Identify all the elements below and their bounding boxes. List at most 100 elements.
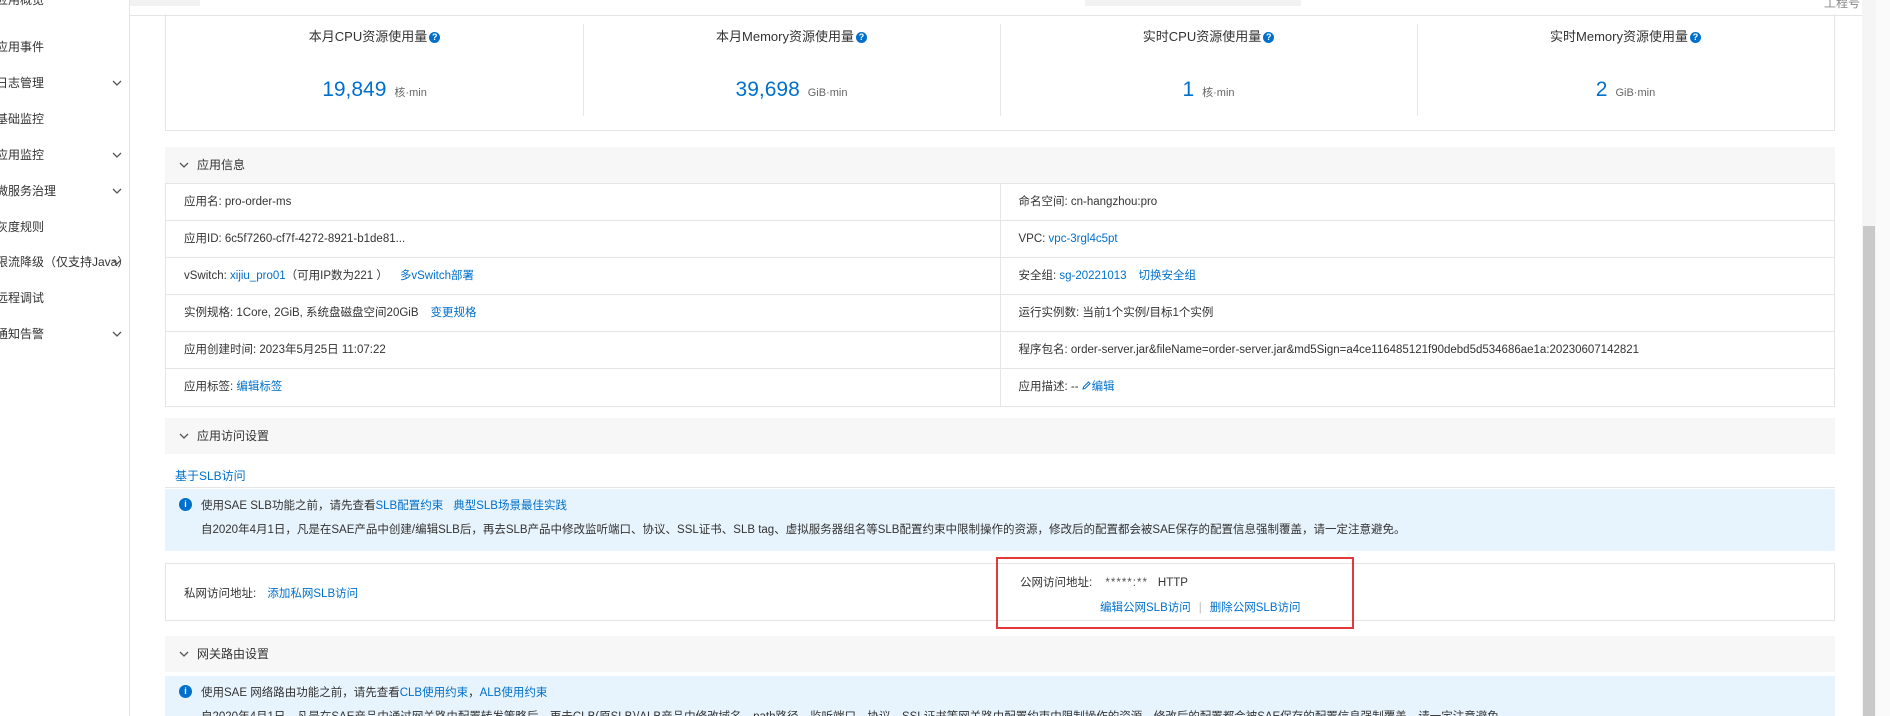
sidebar-item-log-management[interactable]: 日志管理	[0, 73, 129, 93]
edit-pencil-icon[interactable]	[1081, 380, 1092, 391]
scrollbar-thumb[interactable]	[1863, 226, 1875, 716]
instance-spec: 实例规格: 1Core, 2GiB, 系统盘磁盘空间20GiB	[184, 307, 419, 319]
sidebar-item-label: 灰度规则	[0, 220, 45, 234]
metric-value: 39,698	[735, 78, 800, 101]
chevron-down-icon	[179, 433, 189, 439]
vswitch-ip-count: （可用IP数为221 ）	[285, 270, 388, 282]
help-icon[interactable]: ?	[1689, 32, 1701, 44]
info-icon: i	[179, 685, 192, 698]
namespace: 命名空间: cn-hangzhou:pro	[999, 184, 1835, 220]
metric-monthly-memory: 本月Memory资源使用量? 39,698 GiB·min	[583, 14, 1000, 130]
sidebar-item-app-monitoring[interactable]: 应用监控	[0, 145, 129, 165]
sidebar-item-app-events[interactable]: 应用事件	[0, 37, 129, 57]
public-address-label: 公网访问地址:	[1020, 577, 1096, 589]
section-gateway-header[interactable]: 网关路由设置	[165, 636, 1835, 672]
instance-spec-cell: 实例规格: 1Core, 2GiB, 系统盘磁盘空间20GiB 变更规格	[166, 295, 1000, 331]
metric-unit: GiB·min	[1615, 87, 1656, 99]
clb-constraints-link[interactable]: CLB使用约束	[400, 687, 468, 699]
slb-best-practice-link[interactable]: 典型SLB场景最佳实践	[453, 500, 567, 512]
slb-constraints-link[interactable]: SLB配置约束	[375, 500, 443, 512]
metric-unit: 核·min	[1202, 87, 1235, 99]
delete-public-slb-link[interactable]: 删除公网SLB访问	[1210, 602, 1301, 614]
add-private-slb-link[interactable]: 添加私网SLB访问	[267, 588, 358, 600]
sidebar-item-canary-rules[interactable]: 灰度规则	[0, 217, 129, 237]
private-address-label: 私网访问地址:	[184, 588, 260, 600]
chevron-down-icon	[112, 80, 122, 86]
chevron-down-icon	[112, 259, 122, 265]
switch-security-group-link[interactable]: 切换安全组	[1139, 270, 1197, 282]
metric-unit: 核·min	[394, 87, 427, 99]
search-input[interactable]	[1085, 0, 1301, 6]
running-instances: 运行实例数: 当前1个实例/目标1个实例	[999, 295, 1835, 331]
edit-description-link[interactable]: 编辑	[1092, 381, 1115, 393]
app-info-table: 应用名: pro-order-ms 命名空间: cn-hangzhou:pro …	[165, 183, 1835, 407]
public-address-value: *****:**	[1105, 577, 1148, 589]
metric-value: 19,849	[322, 78, 387, 101]
package-name: 程序包名: order-server.jar&fileName=order-se…	[999, 332, 1835, 368]
created-time: 应用创建时间: 2023年5月25日 11:07:22	[184, 344, 386, 356]
metric-title: 本月CPU资源使用量	[308, 29, 428, 44]
user-menu[interactable]: 工程号	[1824, 0, 1860, 11]
help-icon[interactable]: ?	[855, 32, 867, 44]
vswitch-label: vSwitch:	[184, 270, 231, 282]
security-group-cell: 安全组: sg-20221013 切换安全组	[999, 258, 1835, 294]
change-spec-link[interactable]: 变更规格	[431, 307, 477, 319]
vpc-cell: VPC: vpc-3rgl4c5pt	[999, 221, 1835, 257]
alb-constraints-link[interactable]: ALB使用约束	[480, 687, 548, 699]
public-protocol: HTTP	[1157, 577, 1188, 589]
section-title: 网关路由设置	[197, 647, 270, 661]
table-row: 应用标签: 编辑标签 应用描述: -- 编辑	[166, 369, 1834, 406]
highlight-box	[996, 557, 1354, 629]
metric-realtime-memory: 实时Memory资源使用量? 2 GiB·min	[1417, 14, 1834, 130]
help-icon[interactable]: ?	[1263, 32, 1275, 44]
chevron-down-icon	[179, 651, 189, 657]
gateway-notice: i 使用SAE 网络路由功能之前，请先查看CLB使用约束，ALB使用约束 自20…	[165, 676, 1835, 716]
sidebar-item-label: 通知告警	[0, 327, 45, 341]
notice-text: 使用SAE SLB功能之前，请先查看	[201, 500, 376, 512]
slb-notice: i 使用SAE SLB功能之前，请先查看SLB配置约束 典型SLB场景最佳实践 自…	[165, 489, 1835, 551]
section-app-info-header[interactable]: 应用信息	[165, 147, 1835, 183]
sidebar-item-remote-debug[interactable]: 远程调试	[0, 288, 129, 308]
table-row: 实例规格: 1Core, 2GiB, 系统盘磁盘空间20GiB 变更规格 运行实例…	[166, 295, 1834, 332]
tab-divider	[165, 487, 1835, 488]
table-row: vSwitch: xijiu_pro01（可用IP数为221 ） 多vSwitch…	[166, 258, 1834, 295]
app-name: 应用名: pro-order-ms	[184, 196, 292, 208]
sidebar-item-app-overview[interactable]: 应用概览	[0, 0, 129, 10]
page-edge	[1876, 0, 1890, 716]
scrollbar[interactable]	[1862, 0, 1876, 716]
app-description-label: 应用描述: --	[1018, 381, 1079, 393]
sidebar-item-label: 应用监控	[0, 148, 45, 162]
table-row: 应用ID: 6c5f7260-cf7f-4272-8921-b1de81... …	[166, 221, 1834, 258]
sidebar-item-basic-monitoring[interactable]: 基础监控	[0, 109, 129, 129]
app-id: 应用ID: 6c5f7260-cf7f-4272-8921-b1de81...	[184, 233, 406, 245]
security-group-link[interactable]: sg-20221013	[1059, 270, 1126, 282]
sidebar-item-label: 基础监控	[0, 112, 45, 126]
notice-text: 自2020年4月1日，凡是在SAE产品中创建/编辑SLB后，再去SLB产品中修改…	[201, 524, 1406, 536]
sidebar-item-label: 应用概览	[0, 0, 45, 7]
metric-title: 实时CPU资源使用量	[1142, 29, 1262, 44]
vswitch-link[interactable]: xijiu_pro01	[230, 270, 286, 282]
table-row: 应用创建时间: 2023年5月25日 11:07:22 程序包名: order-…	[166, 332, 1834, 369]
top-nav-box[interactable]	[128, 0, 200, 6]
notice-text: 自2020年4月1日，凡是在SAE产品中通过网关路由配置转发策略后，再去CLB(…	[201, 708, 1823, 716]
chevron-down-icon	[112, 188, 122, 194]
edit-public-slb-link[interactable]: 编辑公网SLB访问	[1100, 602, 1191, 614]
sidebar-item-microservice-governance[interactable]: 微服务治理	[0, 181, 129, 201]
vpc-label: VPC:	[1018, 233, 1049, 245]
section-access-header[interactable]: 应用访问设置	[165, 418, 1835, 454]
multi-vswitch-link[interactable]: 多vSwitch部署	[400, 270, 474, 282]
metric-value: 2	[1595, 78, 1608, 101]
sidebar-item-notifications[interactable]: 通知告警	[0, 324, 129, 344]
edit-tags-link[interactable]: 编辑标签	[236, 381, 282, 393]
vpc-link[interactable]: vpc-3rgl4c5pt	[1049, 233, 1118, 245]
sidebar: 应用概览 应用事件 日志管理 基础监控 应用监控 微服务治理 灰度规则 限流降级…	[0, 0, 130, 716]
help-icon[interactable]: ?	[429, 32, 441, 44]
security-group-label: 安全组:	[1018, 270, 1060, 282]
chevron-down-icon	[112, 152, 122, 158]
sidebar-item-throttling[interactable]: 限流降级（仅支持Java）	[0, 252, 129, 272]
sidebar-item-label: 日志管理	[0, 76, 45, 90]
metric-title: 实时Memory资源使用量	[1550, 29, 1688, 44]
vswitch-cell: vSwitch: xijiu_pro01（可用IP数为221 ） 多vSwitch…	[166, 258, 1000, 294]
section-title: 应用访问设置	[197, 429, 270, 443]
sidebar-item-label: 限流降级（仅支持Java）	[0, 255, 129, 269]
